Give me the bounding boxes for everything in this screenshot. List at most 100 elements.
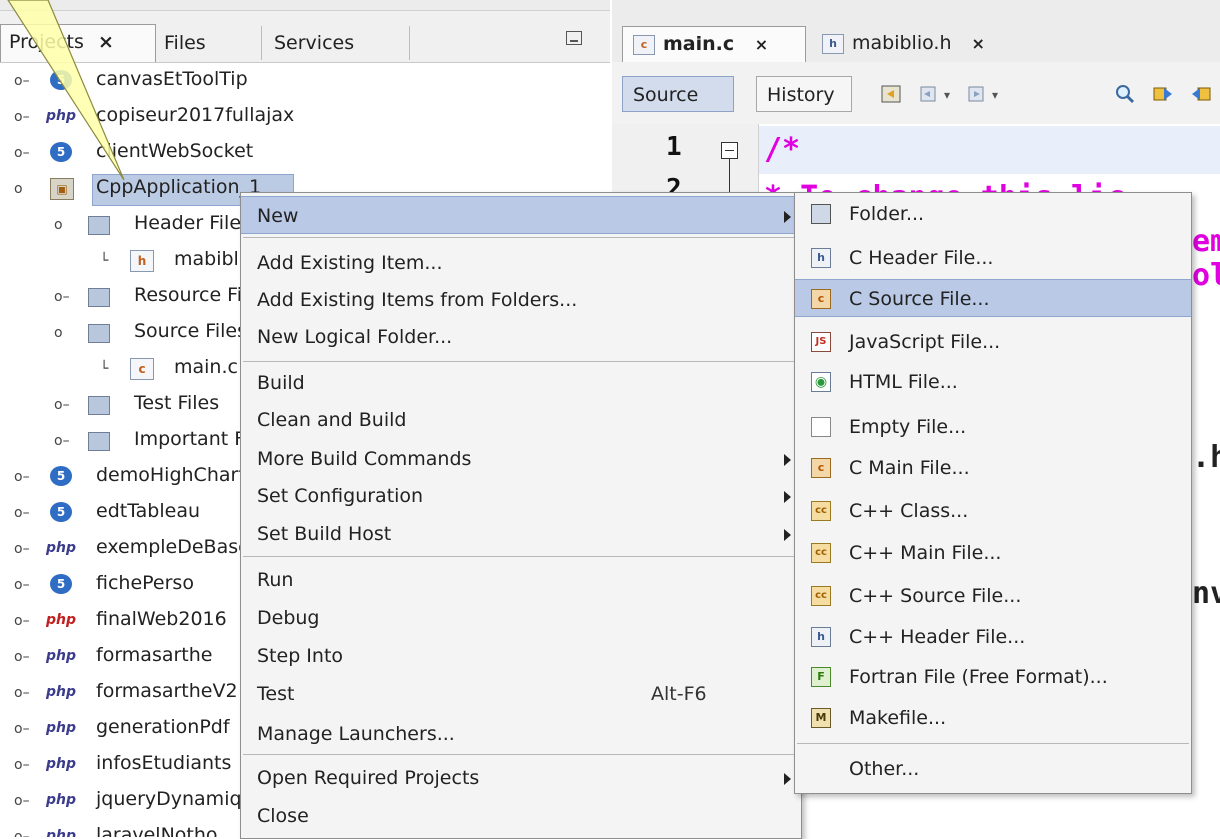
collapse-handle-icon[interactable]: o: [54, 217, 63, 233]
html5-project-icon: 5: [50, 142, 72, 162]
back-icon[interactable]: [918, 84, 940, 104]
submenu-item-html-file[interactable]: ◉ HTML File...: [795, 363, 1191, 401]
menu-item-label: Step Into: [257, 645, 344, 667]
menu-item-run[interactable]: Run: [241, 561, 801, 599]
c-project-icon: ▣: [50, 178, 74, 200]
code-fragment: ol: [1192, 258, 1220, 293]
menu-item-build[interactable]: Build: [241, 364, 801, 402]
menu-item-new[interactable]: New: [241, 196, 801, 234]
tab-mabiblio-h-label: mabiblio.h: [852, 32, 952, 54]
submenu-item-cpp-header-file[interactable]: h C++ Header File...: [795, 618, 1191, 656]
menu-item-debug[interactable]: Debug: [241, 599, 801, 637]
menu-item-add-existing-items-from-folders[interactable]: Add Existing Items from Folders...: [241, 281, 801, 319]
minimize-icon[interactable]: [566, 31, 582, 45]
back-dropdown-icon[interactable]: ▾: [944, 88, 950, 102]
tree-row-label: Header Files: [134, 212, 251, 234]
tab-services[interactable]: Services: [262, 26, 410, 60]
expand-handle-icon[interactable]: o–: [14, 505, 30, 521]
source-button[interactable]: Source: [622, 76, 734, 112]
submenu-item-cpp-main-file[interactable]: cc C++ Main File...: [795, 534, 1191, 572]
line-number: 2: [666, 174, 682, 192]
expand-handle-icon[interactable]: o–: [14, 73, 30, 89]
submenu-item-c-source-file[interactable]: c C Source File...: [795, 279, 1191, 317]
window-top-strip: [0, 0, 610, 11]
menu-item-set-build-host[interactable]: Set Build Host: [241, 515, 801, 553]
submenu-item-folder[interactable]: Folder...: [795, 195, 1191, 233]
fold-collapse-icon[interactable]: [721, 142, 738, 159]
tab-projects-close-icon[interactable]: ×: [98, 31, 114, 53]
submenu-item-cpp-class[interactable]: cc C++ Class...: [795, 492, 1191, 530]
menu-item-label: Add Existing Item...: [257, 252, 443, 274]
submenu-item-javascript-file[interactable]: JS JavaScript File...: [795, 323, 1191, 361]
expand-handle-icon[interactable]: o–: [54, 397, 70, 413]
collapse-handle-icon[interactable]: o: [54, 325, 63, 341]
expand-handle-icon[interactable]: o–: [14, 721, 30, 737]
expand-handle-icon[interactable]: o–: [54, 289, 70, 305]
expand-handle-icon[interactable]: o–: [14, 757, 30, 773]
folder-icon: [88, 324, 110, 343]
menu-item-manage-launchers[interactable]: Manage Launchers...: [241, 715, 801, 753]
expand-handle-icon[interactable]: o–: [14, 685, 30, 701]
tree-row-label: generationPdf: [96, 716, 230, 738]
html5-project-icon: 5: [50, 70, 72, 90]
submenu-item-empty-file[interactable]: Empty File...: [795, 408, 1191, 446]
submenu-item-c-header-file[interactable]: h C Header File...: [795, 239, 1191, 277]
expand-handle-icon[interactable]: o–: [54, 433, 70, 449]
find-previous-icon[interactable]: [1152, 84, 1174, 104]
menu-item-more-build-commands[interactable]: More Build Commands: [241, 440, 801, 478]
folder-icon: [88, 288, 110, 307]
menu-item-step-into[interactable]: Step Into: [241, 637, 801, 675]
tree-row[interactable]: o– 5 clientWebSocket: [0, 134, 610, 170]
find-icon[interactable]: [1114, 84, 1136, 104]
menu-item-set-configuration[interactable]: Set Configuration: [241, 477, 801, 515]
submenu-arrow-icon: [784, 211, 791, 223]
c-source-file-icon: c: [811, 289, 831, 309]
expand-handle-icon[interactable]: o–: [14, 829, 30, 837]
submenu-item-label: C++ Header File...: [849, 626, 1026, 648]
menu-item-open-required-projects[interactable]: Open Required Projects: [241, 759, 801, 797]
line-number: 1: [666, 132, 682, 162]
expand-handle-icon[interactable]: o–: [14, 649, 30, 665]
expand-handle-icon[interactable]: o–: [14, 469, 30, 485]
tab-main-c[interactable]: c main.c ×: [622, 26, 806, 62]
menu-item-test[interactable]: Test Alt-F6: [241, 675, 801, 713]
tree-line: └: [100, 253, 109, 269]
menu-item-add-existing-item[interactable]: Add Existing Item...: [241, 244, 801, 282]
menu-item-new-logical-folder[interactable]: New Logical Folder...: [241, 318, 801, 356]
submenu-item-makefile[interactable]: M Makefile...: [795, 699, 1191, 737]
tab-mabiblio-h-close-icon[interactable]: ×: [972, 34, 985, 53]
collapse-handle-icon[interactable]: o: [14, 181, 23, 197]
expand-handle-icon[interactable]: o–: [14, 541, 30, 557]
editor-toolbar: Source History ▾ ▾: [612, 62, 1220, 125]
last-edit-icon[interactable]: [880, 84, 902, 104]
expand-handle-icon[interactable]: o–: [14, 793, 30, 809]
menu-item-clean-and-build[interactable]: Clean and Build: [241, 401, 801, 439]
tab-files[interactable]: Files: [156, 26, 262, 60]
tab-projects[interactable]: Projects ×: [0, 24, 156, 62]
code-fragment: nv: [1192, 576, 1220, 611]
submenu-item-cpp-source-file[interactable]: cc C++ Source File...: [795, 577, 1191, 615]
expand-handle-icon[interactable]: o–: [14, 145, 30, 161]
history-button[interactable]: History: [756, 76, 852, 112]
submenu-item-fortran-file[interactable]: F Fortran File (Free Format)...: [795, 658, 1191, 696]
expand-handle-icon[interactable]: o–: [14, 577, 30, 593]
find-next-icon[interactable]: [1190, 84, 1212, 104]
submenu-item-c-main-file[interactable]: c C Main File...: [795, 449, 1191, 487]
folder-icon: [811, 204, 831, 224]
menu-item-label: New: [257, 205, 299, 227]
menu-item-close[interactable]: Close: [241, 797, 801, 835]
expand-handle-icon[interactable]: o–: [14, 613, 30, 629]
tab-mabiblio-h[interactable]: h mabiblio.h ×: [812, 26, 1022, 62]
tree-row[interactable]: o– php copiseur2017fullajax: [0, 98, 610, 134]
submenu-item-other[interactable]: Other...: [795, 750, 1191, 788]
tab-main-c-close-icon[interactable]: ×: [755, 35, 768, 54]
tree-row-label: edtTableau: [96, 500, 201, 522]
tree-row[interactable]: o– 5 canvasEtToolTip: [0, 62, 610, 98]
expand-handle-icon[interactable]: o–: [14, 109, 30, 125]
forward-dropdown-icon[interactable]: ▾: [992, 88, 998, 102]
makefile-icon: M: [811, 708, 831, 728]
forward-icon[interactable]: [966, 84, 988, 104]
php-project-icon: php: [46, 648, 77, 664]
tree-row-label: CppApplication_1: [96, 176, 262, 198]
current-line-highlight: [759, 126, 1220, 174]
